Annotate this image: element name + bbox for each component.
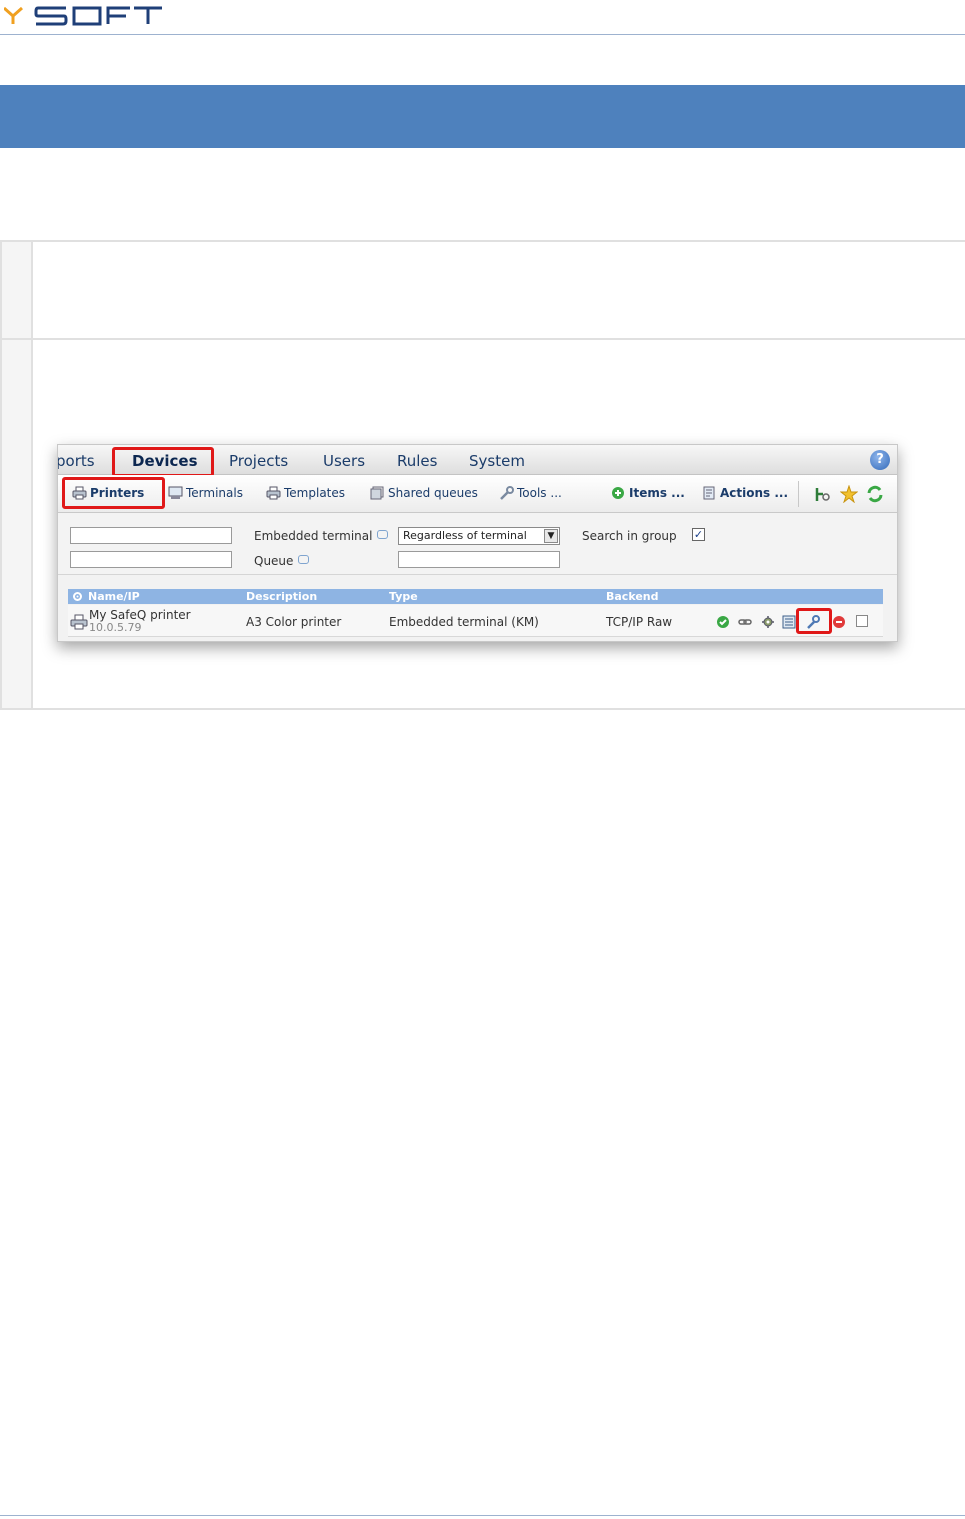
hint-bubble-icon[interactable] (377, 530, 389, 539)
wrench-icon (500, 486, 514, 500)
tab-system[interactable]: System (469, 451, 525, 471)
table-rule-bottom (0, 708, 965, 710)
refresh-icon[interactable] (866, 485, 884, 503)
queue-label: Queue (254, 553, 310, 569)
embedded-terminal-select[interactable]: Regardless of terminal ▼ (398, 527, 560, 545)
shared-queues-label: Shared queues (388, 486, 478, 500)
main-navigation: ports Devices Projects Users Rules Syste… (58, 445, 897, 477)
queue-text: Queue (254, 554, 294, 568)
embedded-terminal-text: Embedded terminal (254, 529, 373, 543)
printers-highlight (62, 477, 165, 509)
grid-header: Name/IP Description Type Backend (68, 589, 883, 604)
settings-gear-icon[interactable] (761, 615, 775, 629)
filter-panel: Embedded terminal Regardless of terminal… (58, 513, 897, 575)
step-number-cell (0, 340, 32, 708)
table-rule-middle (0, 338, 965, 340)
template-printer-icon (266, 486, 281, 500)
tools-label: Tools ... (517, 486, 562, 500)
table-column-divider (31, 240, 33, 710)
step-number-cell (0, 242, 32, 338)
row-select-checkbox[interactable] (856, 615, 868, 627)
description-filter-input[interactable] (70, 551, 232, 568)
printer-backend: TCP/IP Raw (606, 615, 673, 629)
favorite-star-icon[interactable] (840, 485, 858, 503)
column-header-name[interactable]: Name/IP (88, 590, 140, 603)
edit-highlight (796, 608, 832, 634)
header-rule (0, 34, 965, 35)
tab-reports[interactable]: ports (58, 451, 95, 471)
column-header-type[interactable]: Type (389, 590, 418, 603)
actions-menu[interactable]: Actions ... (702, 485, 788, 501)
tools-menu[interactable]: Tools ... (499, 485, 562, 501)
status-ok-icon[interactable] (716, 615, 730, 629)
terminal-icon (168, 486, 183, 499)
link-icon[interactable] (738, 615, 752, 629)
delete-icon[interactable] (832, 615, 846, 629)
printer-type: Embedded terminal (KM) (389, 615, 539, 629)
queue-list-icon[interactable] (782, 615, 796, 629)
actions-document-icon (703, 486, 715, 500)
sub-navigation: Printers Terminals Templates Shared queu… (58, 475, 897, 513)
printer-description: A3 Color printer (246, 615, 342, 629)
hint-bubble-icon[interactable] (298, 555, 310, 564)
shared-queues-link[interactable]: Shared queues (370, 485, 478, 501)
safeq-web-screenshot: ports Devices Projects Users Rules Syste… (57, 444, 898, 642)
tab-users[interactable]: Users (323, 451, 365, 471)
table-row[interactable]: My SafeQ printer 10.0.5.79 A3 Color prin… (68, 605, 883, 637)
items-label: Items ... (629, 486, 685, 500)
items-menu[interactable]: Items ... (611, 485, 685, 501)
templates-link[interactable]: Templates (266, 485, 345, 501)
templates-label: Templates (284, 486, 346, 500)
column-header-description[interactable]: Description (246, 590, 317, 603)
toolbar-separator (798, 481, 799, 507)
column-settings-icon[interactable] (72, 591, 83, 602)
ysoft-logo-mark (3, 6, 162, 26)
printer-icon (70, 614, 88, 630)
embedded-terminal-value: Regardless of terminal (403, 529, 527, 542)
filter-tree-icon[interactable] (814, 486, 832, 503)
help-icon[interactable]: ? (870, 450, 890, 470)
actions-label: Actions ... (720, 486, 789, 500)
terminals-link[interactable]: Terminals (168, 485, 243, 501)
table-border-left (0, 240, 2, 710)
shared-queue-icon (370, 486, 384, 500)
add-circle-icon (612, 487, 624, 499)
printer-ip: 10.0.5.79 (89, 621, 142, 634)
column-header-backend[interactable]: Backend (606, 590, 659, 603)
title-band (0, 85, 965, 148)
table-rule-top (0, 240, 965, 242)
embedded-terminal-label: Embedded terminal (254, 528, 389, 544)
search-in-group-checkbox[interactable]: ✓ (692, 528, 705, 541)
search-in-group-label: Search in group (582, 529, 677, 543)
ysoft-logo (3, 4, 164, 26)
dropdown-arrow-icon[interactable]: ▼ (544, 529, 558, 543)
tab-rules[interactable]: Rules (397, 451, 437, 471)
name-filter-input[interactable] (70, 527, 232, 544)
queue-filter-input[interactable] (398, 551, 560, 568)
terminals-label: Terminals (186, 486, 243, 500)
footer-rule (0, 1515, 965, 1516)
devices-highlight (112, 447, 214, 477)
tab-projects[interactable]: Projects (229, 451, 288, 471)
printer-name[interactable]: My SafeQ printer (89, 608, 191, 622)
